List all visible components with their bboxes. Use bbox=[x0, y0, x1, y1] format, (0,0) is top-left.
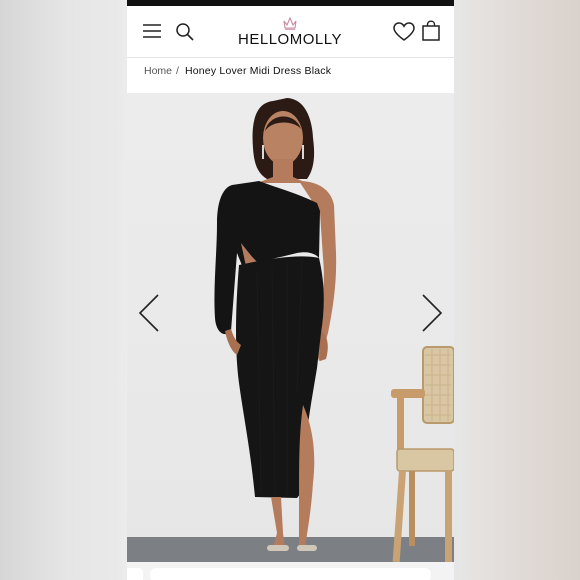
breadcrumb-current: Honey Lover Midi Dress Black bbox=[184, 65, 332, 77]
breadcrumb: Home / Honey Lover Midi Dress Black bbox=[144, 65, 331, 77]
breadcrumb-separator: / bbox=[176, 65, 179, 77]
brand-name: HELLOMOLLY bbox=[238, 31, 342, 48]
previous-image-button[interactable] bbox=[137, 293, 161, 333]
menu-icon bbox=[143, 24, 161, 38]
cart-button[interactable] bbox=[421, 20, 441, 42]
crown-icon bbox=[283, 17, 297, 30]
wishlist-button[interactable] bbox=[393, 21, 415, 43]
heart-icon bbox=[393, 22, 415, 41]
chevron-left-icon bbox=[138, 294, 159, 332]
bottom-address-pill[interactable] bbox=[150, 568, 431, 580]
chevron-right-icon bbox=[422, 294, 443, 332]
search-button[interactable] bbox=[175, 22, 195, 42]
menu-button[interactable] bbox=[142, 22, 162, 40]
product-image[interactable] bbox=[127, 93, 454, 562]
bottom-tab[interactable] bbox=[127, 568, 143, 580]
search-icon bbox=[176, 23, 194, 41]
bag-icon bbox=[422, 20, 440, 41]
product-gallery bbox=[127, 93, 454, 562]
brand-logo[interactable]: HELLOMOLLY bbox=[235, 13, 345, 53]
chair bbox=[391, 346, 454, 562]
breadcrumb-home-link[interactable]: Home bbox=[144, 65, 172, 77]
model-figure bbox=[214, 98, 337, 551]
site-header: HELLOMOLLY bbox=[127, 6, 454, 58]
next-image-button[interactable] bbox=[420, 293, 444, 333]
phone-screen: HELLOMOLLY Home / Honey Lover Midi Dress B… bbox=[127, 0, 454, 580]
